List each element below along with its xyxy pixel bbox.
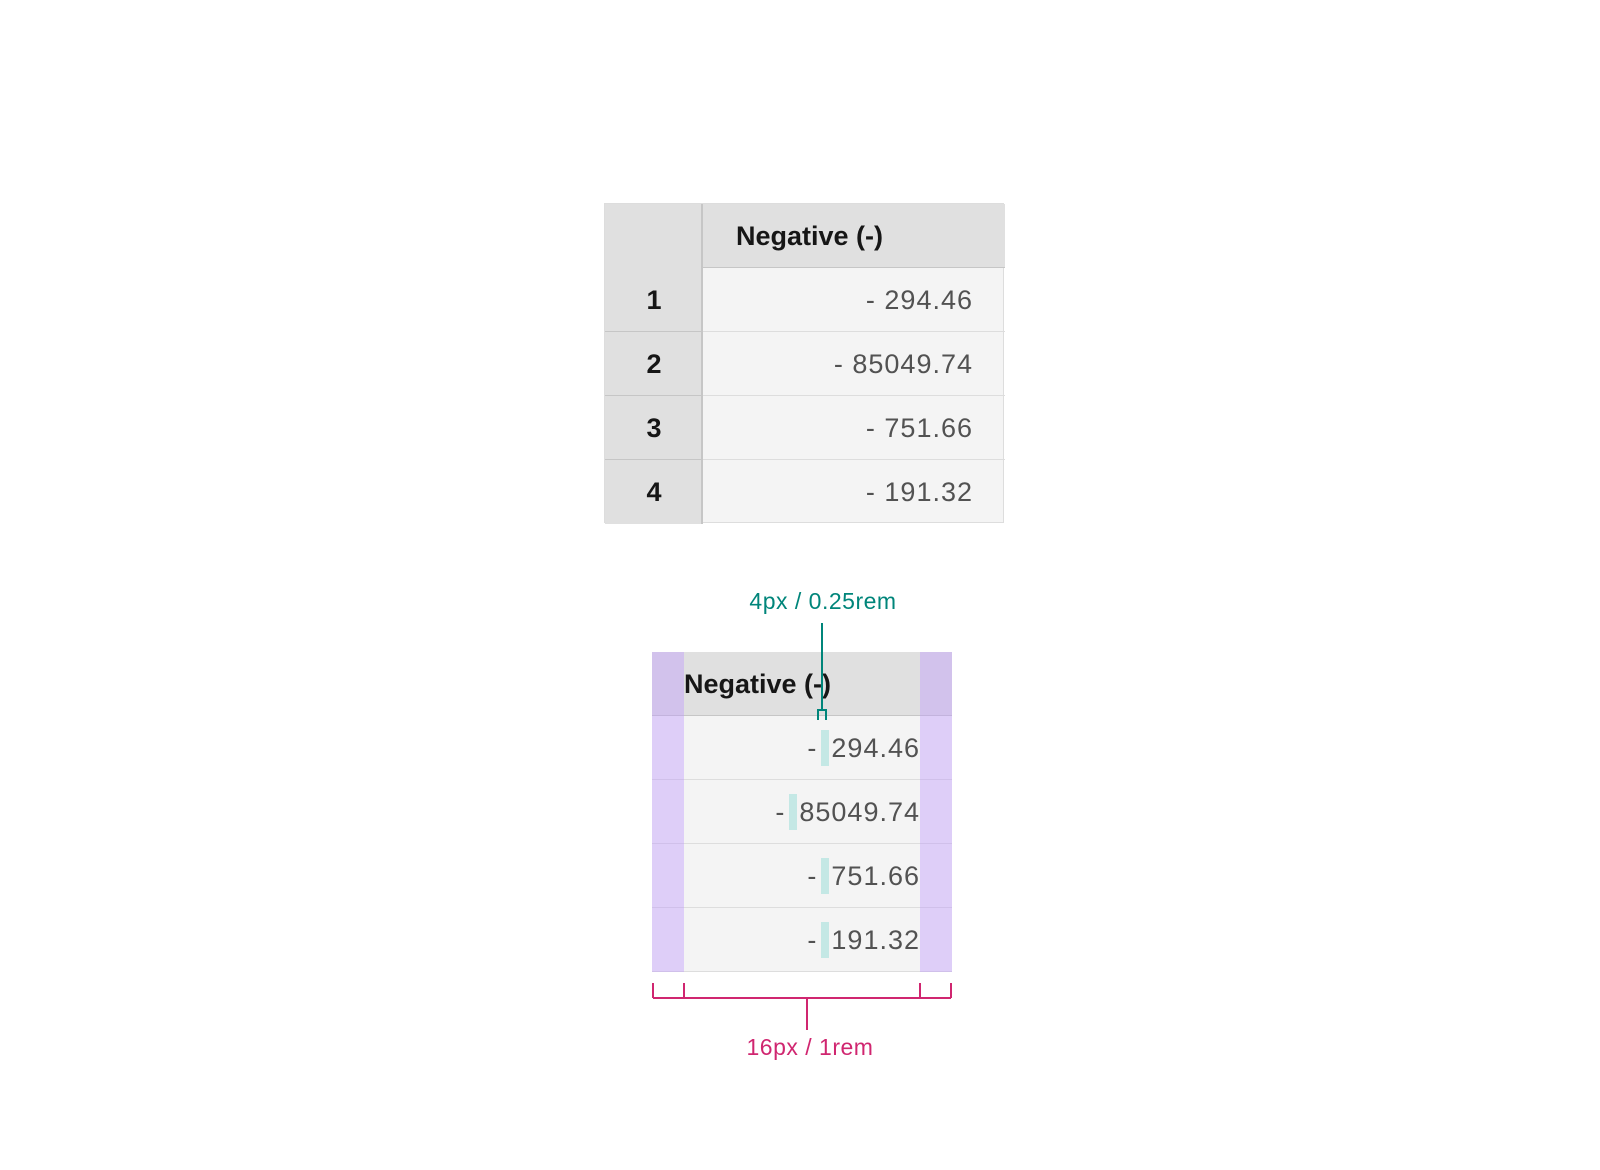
padding-bracket: [652, 983, 952, 1030]
padding-annotation-label: 16px / 1rem: [746, 1034, 874, 1060]
sign-gap-leader: [817, 623, 827, 720]
measurement-lines: [652, 623, 952, 1030]
